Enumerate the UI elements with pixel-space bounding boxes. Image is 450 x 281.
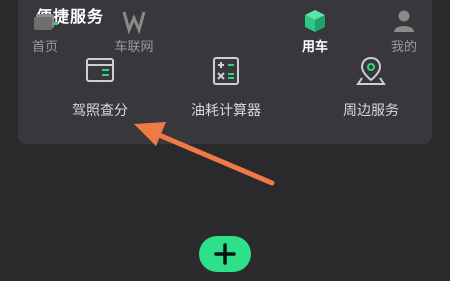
tab-label: 车联网: [114, 40, 154, 55]
user-icon: [394, 10, 414, 32]
calculator-icon: [213, 57, 239, 85]
location-pin-icon: [356, 56, 386, 85]
service-license-score[interactable]: 驾照查分: [40, 54, 160, 120]
service-fuel-calculator[interactable]: 油耗计算器: [166, 54, 286, 120]
tab-mine[interactable]: 我的: [369, 8, 439, 55]
license-card-icon: [86, 58, 114, 82]
tab-label: 用车: [301, 40, 328, 55]
home-icon: [34, 14, 54, 30]
service-nearby[interactable]: 周边服务: [311, 54, 431, 120]
tab-use-car[interactable]: 用车: [280, 8, 350, 55]
service-label: 驾照查分: [72, 103, 128, 119]
add-button[interactable]: [199, 236, 251, 272]
cube-icon: [305, 10, 325, 32]
tab-label: 首页: [31, 40, 58, 55]
car-network-icon: [122, 11, 146, 34]
service-label: 油耗计算器: [191, 103, 261, 119]
plus-icon: [214, 243, 236, 265]
tab-label: 我的: [390, 40, 417, 55]
service-label: 周边服务: [343, 103, 399, 119]
tab-home[interactable]: 首页: [10, 8, 80, 55]
tab-car-network[interactable]: 车联网: [99, 8, 169, 55]
